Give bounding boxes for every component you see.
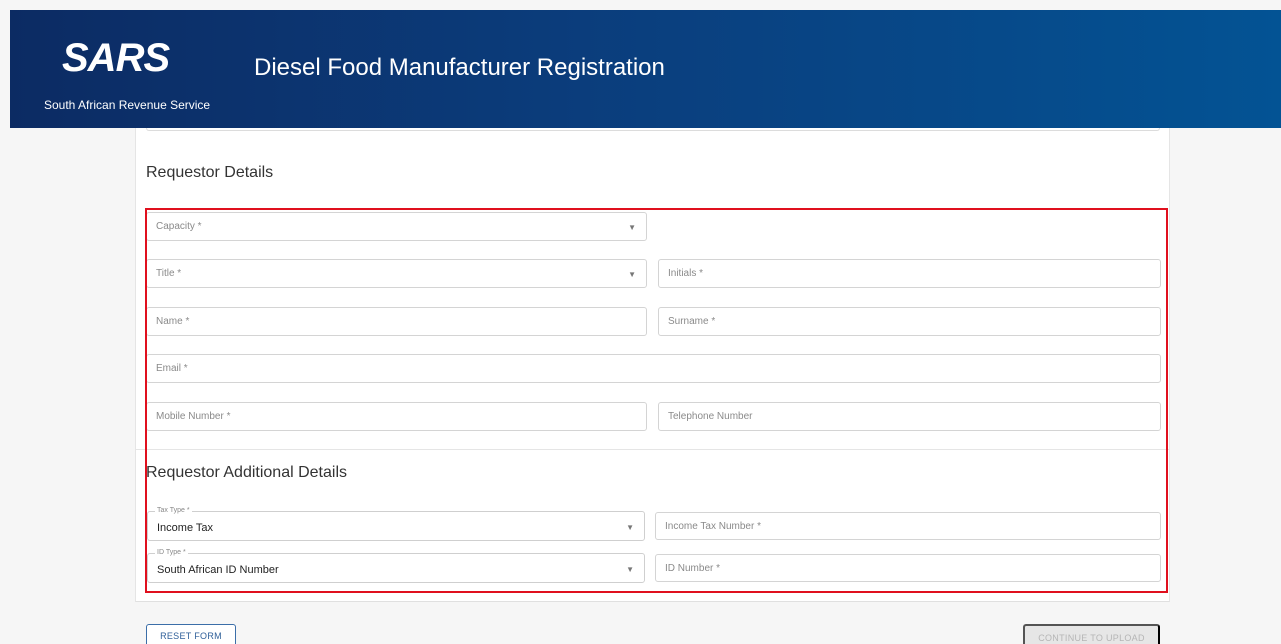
- previous-section-edge: [146, 128, 1160, 131]
- mobile-placeholder: Mobile Number *: [156, 411, 231, 422]
- id-type-label: ID Type *: [155, 549, 188, 557]
- chevron-down-icon: ▼: [626, 523, 634, 532]
- initials-field[interactable]: Initials *: [658, 259, 1161, 288]
- title-select[interactable]: Title * ▼: [146, 259, 647, 288]
- continue-to-upload-button[interactable]: CONTINUE TO UPLOAD: [1023, 624, 1160, 644]
- requestor-details-heading: Requestor Details: [146, 164, 274, 181]
- tax-type-value: Income Tax: [157, 522, 214, 534]
- email-placeholder: Email *: [156, 363, 188, 374]
- capacity-placeholder: Capacity *: [156, 221, 202, 232]
- sars-logo-mark: SARS: [62, 36, 170, 80]
- app-header: SARS South African Revenue Service Diese…: [10, 10, 1281, 128]
- name-field[interactable]: Name *: [146, 307, 647, 336]
- telephone-number-field[interactable]: Telephone Number: [658, 402, 1161, 431]
- chevron-down-icon: ▼: [628, 223, 636, 232]
- id-number-field[interactable]: ID Number *: [655, 554, 1161, 582]
- name-placeholder: Name *: [156, 316, 190, 327]
- chevron-down-icon: ▼: [628, 270, 636, 279]
- mobile-number-field[interactable]: Mobile Number *: [146, 402, 647, 431]
- id-type-value: South African ID Number: [157, 564, 279, 576]
- tax-type-select[interactable]: Tax Type * Income Tax ▼: [147, 507, 645, 541]
- id-number-placeholder: ID Number *: [665, 563, 721, 574]
- logo-subtitle: South African Revenue Service: [44, 98, 211, 112]
- chevron-down-icon: ▼: [626, 565, 634, 574]
- id-type-select[interactable]: ID Type * South African ID Number ▼: [147, 549, 645, 583]
- initials-placeholder: Initials *: [668, 268, 704, 279]
- tax-type-label: Tax Type *: [155, 507, 192, 515]
- capacity-select[interactable]: Capacity * ▼: [146, 212, 647, 241]
- surname-placeholder: Surname *: [668, 316, 716, 327]
- title-placeholder: Title *: [156, 268, 182, 279]
- income-tax-number-placeholder: Income Tax Number *: [665, 521, 761, 532]
- reset-form-button[interactable]: RESET FORM: [146, 624, 236, 644]
- additional-details-heading: Requestor Additional Details: [146, 464, 348, 481]
- email-field[interactable]: Email *: [146, 354, 1161, 383]
- sars-logo[interactable]: SARS South African Revenue Service: [44, 36, 210, 112]
- surname-field[interactable]: Surname *: [658, 307, 1161, 336]
- income-tax-number-field[interactable]: Income Tax Number *: [655, 512, 1161, 540]
- page-title: Diesel Food Manufacturer Registration: [254, 54, 665, 81]
- telephone-placeholder: Telephone Number: [668, 411, 753, 422]
